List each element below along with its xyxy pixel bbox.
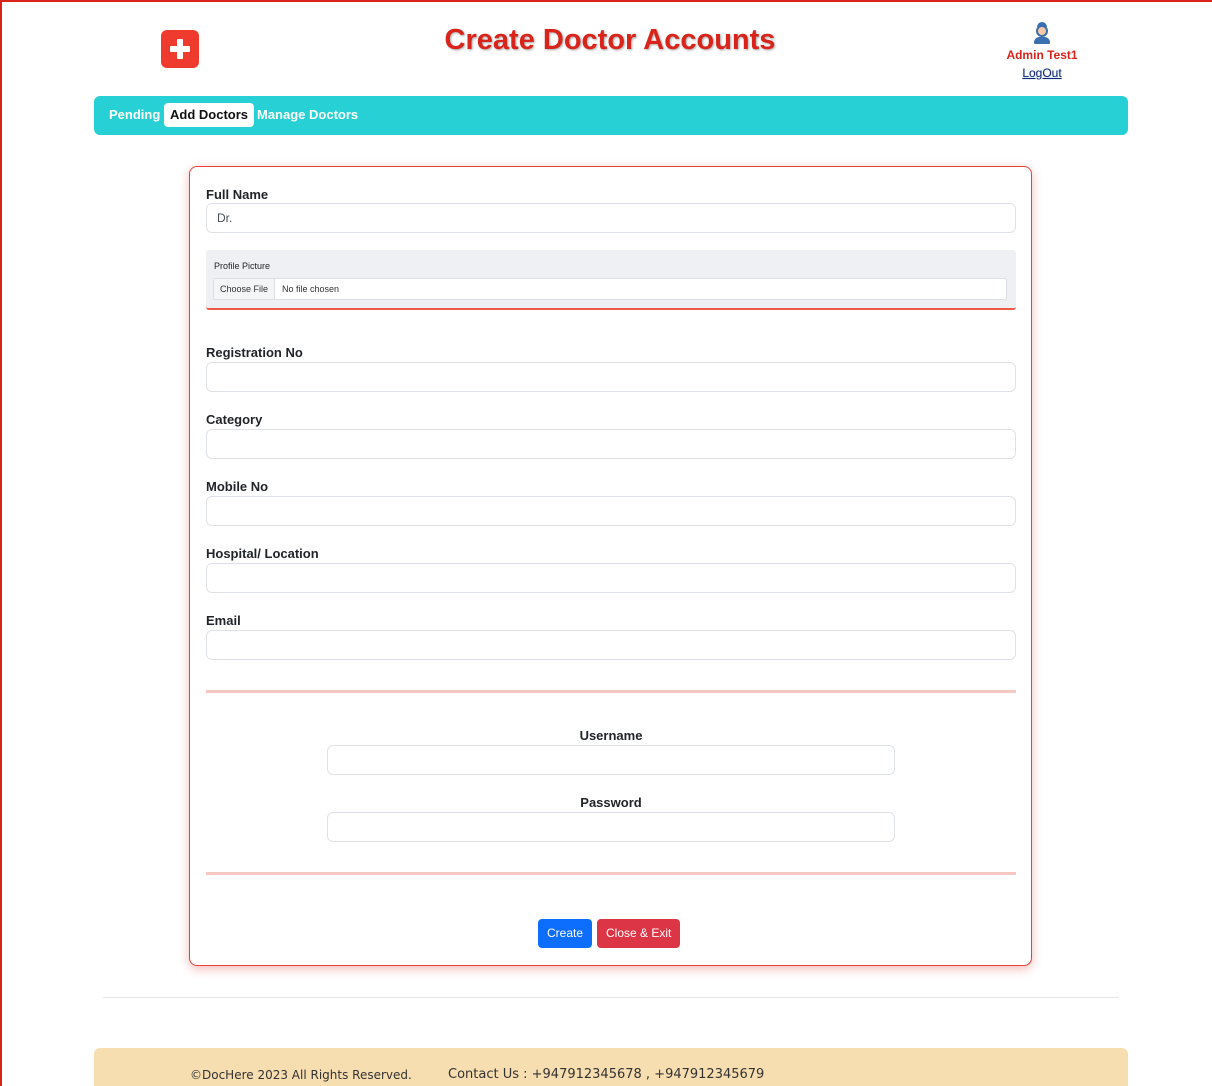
full-name-input[interactable]	[206, 203, 1016, 233]
profile-picture-file-input[interactable]: Choose File No file chosen	[213, 278, 1007, 300]
username-input[interactable]	[327, 745, 895, 775]
file-status: No file chosen	[282, 284, 340, 294]
profile-picture-label: Profile Picture	[214, 261, 271, 271]
nav-item-add-doctors[interactable]: Add Doctors	[164, 103, 254, 127]
user-box: Admin Test1 LogOut	[994, 22, 1090, 81]
choose-file-button[interactable]: Choose File	[214, 279, 276, 299]
password-input[interactable]	[327, 812, 895, 842]
category-label: Category	[206, 412, 263, 427]
medical-cross-icon	[161, 30, 199, 68]
email-label: Email	[206, 613, 241, 628]
footer-copyright: ©DocHere 2023 All Rights Reserved.	[190, 1068, 412, 1082]
mobile-no-input[interactable]	[206, 496, 1016, 526]
footer: ©DocHere 2023 All Rights Reserved. Conta…	[94, 1048, 1128, 1086]
main-navbar: Pending Add Doctors Manage Doctors	[94, 96, 1128, 135]
section-divider-top	[206, 690, 1016, 693]
close-exit-button[interactable]: Close & Exit	[597, 919, 681, 948]
nav-item-pending[interactable]: Pending	[109, 103, 160, 127]
footer-separator	[103, 997, 1119, 998]
full-name-label: Full Name	[206, 187, 269, 202]
page-title: Create Doctor Accounts	[444, 24, 776, 56]
section-divider-bottom	[206, 872, 1016, 875]
doctor-avatar-icon	[1032, 22, 1052, 44]
email-input[interactable]	[206, 630, 1016, 660]
username-label: Username	[579, 728, 643, 743]
create-doctor-form: Full Name Profile Picture Choose File No…	[189, 166, 1032, 966]
mobile-no-label: Mobile No	[206, 479, 269, 494]
hospital-location-input[interactable]	[206, 563, 1016, 593]
category-input[interactable]	[206, 429, 1016, 459]
password-label: Password	[580, 795, 642, 810]
user-name: Admin Test1	[1006, 48, 1078, 62]
registration-no-input[interactable]	[206, 362, 1016, 392]
footer-contact: Contact Us : +947912345678 , +9479123456…	[448, 1067, 765, 1082]
create-button[interactable]: Create	[538, 919, 593, 948]
nav-item-manage-doctors[interactable]: Manage Doctors	[257, 103, 358, 127]
profile-picture-section: Profile Picture Choose File No file chos…	[206, 250, 1016, 310]
hospital-location-label: Hospital/ Location	[206, 546, 319, 561]
logout-link[interactable]: LogOut	[1022, 66, 1061, 80]
registration-no-label: Registration No	[206, 345, 303, 360]
